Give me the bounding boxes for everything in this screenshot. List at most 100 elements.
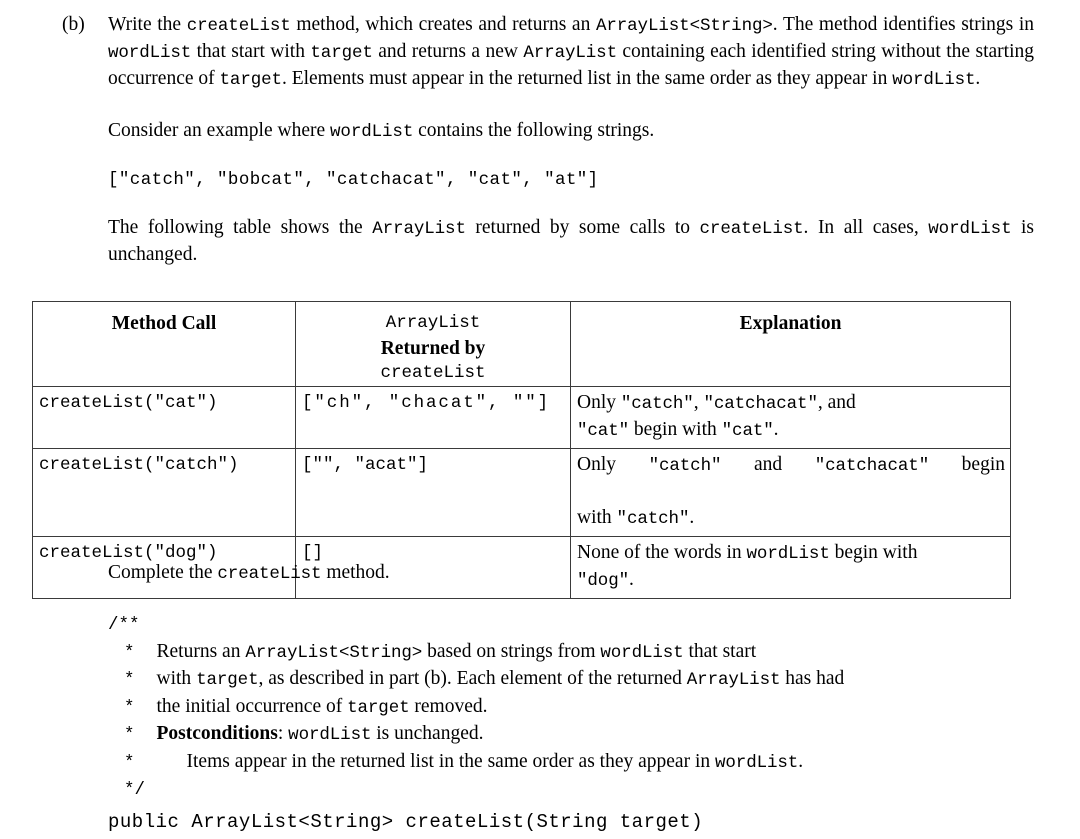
p2-code-wordlist: wordList [330, 122, 414, 142]
jd-body: Items appear in the returned list in the… [135, 750, 804, 773]
c: "cat" [721, 421, 774, 441]
t: Only [577, 454, 649, 475]
header-returned-by: ArrayList Returned by createList [295, 301, 571, 387]
p1-code-arraylist: ArrayList [523, 43, 617, 63]
paragraph-1: Write the createList method, which creat… [108, 12, 1034, 93]
paragraph-3: The following table shows the ArrayList … [108, 215, 1034, 268]
t: . [798, 750, 804, 772]
row0-expl-line1: Only "catch", "catchacat", and [577, 390, 1005, 417]
part-b-block: (b) Write the createList method, which c… [62, 12, 1034, 268]
c: "catch" [616, 509, 690, 529]
c: target [347, 697, 410, 718]
t: method. [321, 562, 390, 583]
p1-seg4: that start with [191, 41, 311, 62]
t: begin with [629, 419, 722, 440]
p3-code-wordlist: wordList [928, 219, 1012, 239]
p1-code-target: target [310, 43, 373, 63]
t: that start [683, 640, 757, 662]
javadoc-line-3: * the initial occurrence of target remove… [108, 694, 1038, 722]
row1-expl-line2: with "catch". [577, 505, 1005, 532]
c: wordList [288, 725, 372, 745]
row0-returned: ["ch", "chacat", ""] [302, 393, 551, 413]
row1-call: createList("catch") [39, 455, 239, 475]
t: based on strings from [422, 640, 601, 662]
t: and [721, 454, 815, 475]
p1-seg5: and returns a new [372, 41, 524, 62]
row0-expl-line2: "cat" begin with "cat". [577, 417, 1005, 444]
p3-seg3: . In all cases, [803, 217, 929, 238]
p1-code-wordlist-2: wordList [892, 70, 976, 90]
part-b-body: Write the createList method, which creat… [108, 12, 1034, 268]
p2-seg1: Consider an example where [108, 120, 331, 141]
t: . [773, 419, 779, 440]
p1-seg7: . Elements must appear in the returned l… [281, 68, 893, 89]
c: target [196, 670, 259, 690]
p1-code-createlist: createList [186, 16, 291, 36]
row1-returned: ["", "acat"] [302, 455, 429, 475]
table-head: Method Call ArrayList Returned by create… [32, 301, 1011, 387]
row0-call: createList("cat") [39, 393, 218, 413]
c: ArrayList<String> [245, 642, 423, 663]
method-call-table: Method Call ArrayList Returned by create… [32, 301, 1011, 599]
paragraph-2: Consider an example where wordList conta… [108, 118, 1034, 145]
p1-seg8: . [975, 68, 981, 89]
t: , and [817, 392, 856, 413]
p3-seg2: returned by some calls to [465, 217, 700, 238]
p3-code-arraylist: ArrayList [372, 219, 466, 239]
c: "catchacat" [703, 394, 818, 414]
c: wordList [715, 752, 799, 773]
t: with [577, 507, 617, 528]
c: "catch" [620, 394, 694, 414]
t: . [689, 507, 695, 528]
c: "catch" [648, 456, 722, 476]
javadoc-line-4: * Postconditions: wordList is unchanged. [108, 721, 1038, 749]
p1-code-wordlist: wordList [108, 43, 192, 63]
javadoc-line-2: * with target, as described in part (b). … [108, 666, 1038, 694]
header-returned-line1: ArrayList [385, 313, 481, 333]
p1-seg3: . The method identifies strings in [772, 14, 1034, 35]
t: , [693, 392, 704, 413]
example-string-list: ["catch", "bobcat", "catchacat", "cat", … [108, 170, 599, 190]
t: with [156, 668, 197, 689]
javadoc-line-1: * Returns an ArrayList<String> based on s… [108, 639, 1038, 667]
header-method-call: Method Call [32, 301, 296, 387]
complete-instruction: Complete the createList method. [108, 560, 1038, 587]
t: removed. [409, 695, 488, 717]
asterisk: * [124, 697, 135, 718]
header-returned-line3: createList [380, 363, 486, 383]
t: begin [929, 454, 1006, 475]
table-row: createList("cat") ["ch", "chacat", ""] O… [32, 386, 1011, 449]
javadoc-open: /** [108, 611, 1038, 639]
cell-returned-list: ["ch", "chacat", ""] [295, 386, 571, 449]
t: Complete the [108, 562, 218, 583]
row1-explanation: Only "catch" and "catchacat" begin with … [571, 449, 1010, 536]
javadoc-block: /** * Returns an ArrayList<String> based … [108, 611, 1038, 804]
jd-body: Returns an ArrayList<String> based on st… [135, 640, 757, 663]
p3-code-createlist: createList [699, 219, 804, 239]
document-page: (b) Write the createList method, which c… [0, 0, 1080, 839]
p2-seg2: contains the following strings. [413, 120, 655, 141]
asterisk: * [124, 752, 135, 773]
row0-explanation: Only "catch", "catchacat", and "cat" beg… [571, 387, 1010, 448]
asterisk: * [124, 642, 135, 663]
header-explanation: Explanation [570, 301, 1011, 387]
table-row: createList("catch") ["", "acat"] Only "c… [32, 448, 1011, 537]
t: : [277, 723, 289, 744]
cell-returned-list: ["", "acat"] [295, 448, 571, 537]
t: the initial occurrence of [156, 695, 348, 717]
c: "catchacat" [814, 456, 930, 476]
header-returned-line2: Returned by [380, 338, 486, 359]
t: Items appear in the returned list in the… [186, 750, 715, 772]
javadoc-close: */ [108, 776, 1038, 804]
javadoc-line-5: * Items appear in the returned list in th… [108, 749, 1038, 777]
row1-expl-line1: Only "catch" and "catchacat" begin [577, 452, 1005, 505]
cell-explanation: Only "catch" and "catchacat" begin with … [570, 448, 1011, 537]
spec-table-wrapper: Method Call ArrayList Returned by create… [32, 301, 1011, 599]
bottom-section: Complete the createList method. /** * Ret… [108, 560, 1038, 836]
asterisk: * [124, 725, 135, 745]
jd-body: the initial occurrence of target removed… [135, 695, 488, 718]
table-header-row: Method Call ArrayList Returned by create… [32, 301, 1011, 387]
postconditions-label: Postconditions [156, 723, 278, 744]
jd-body: with target, as described in part (b). E… [135, 668, 845, 690]
